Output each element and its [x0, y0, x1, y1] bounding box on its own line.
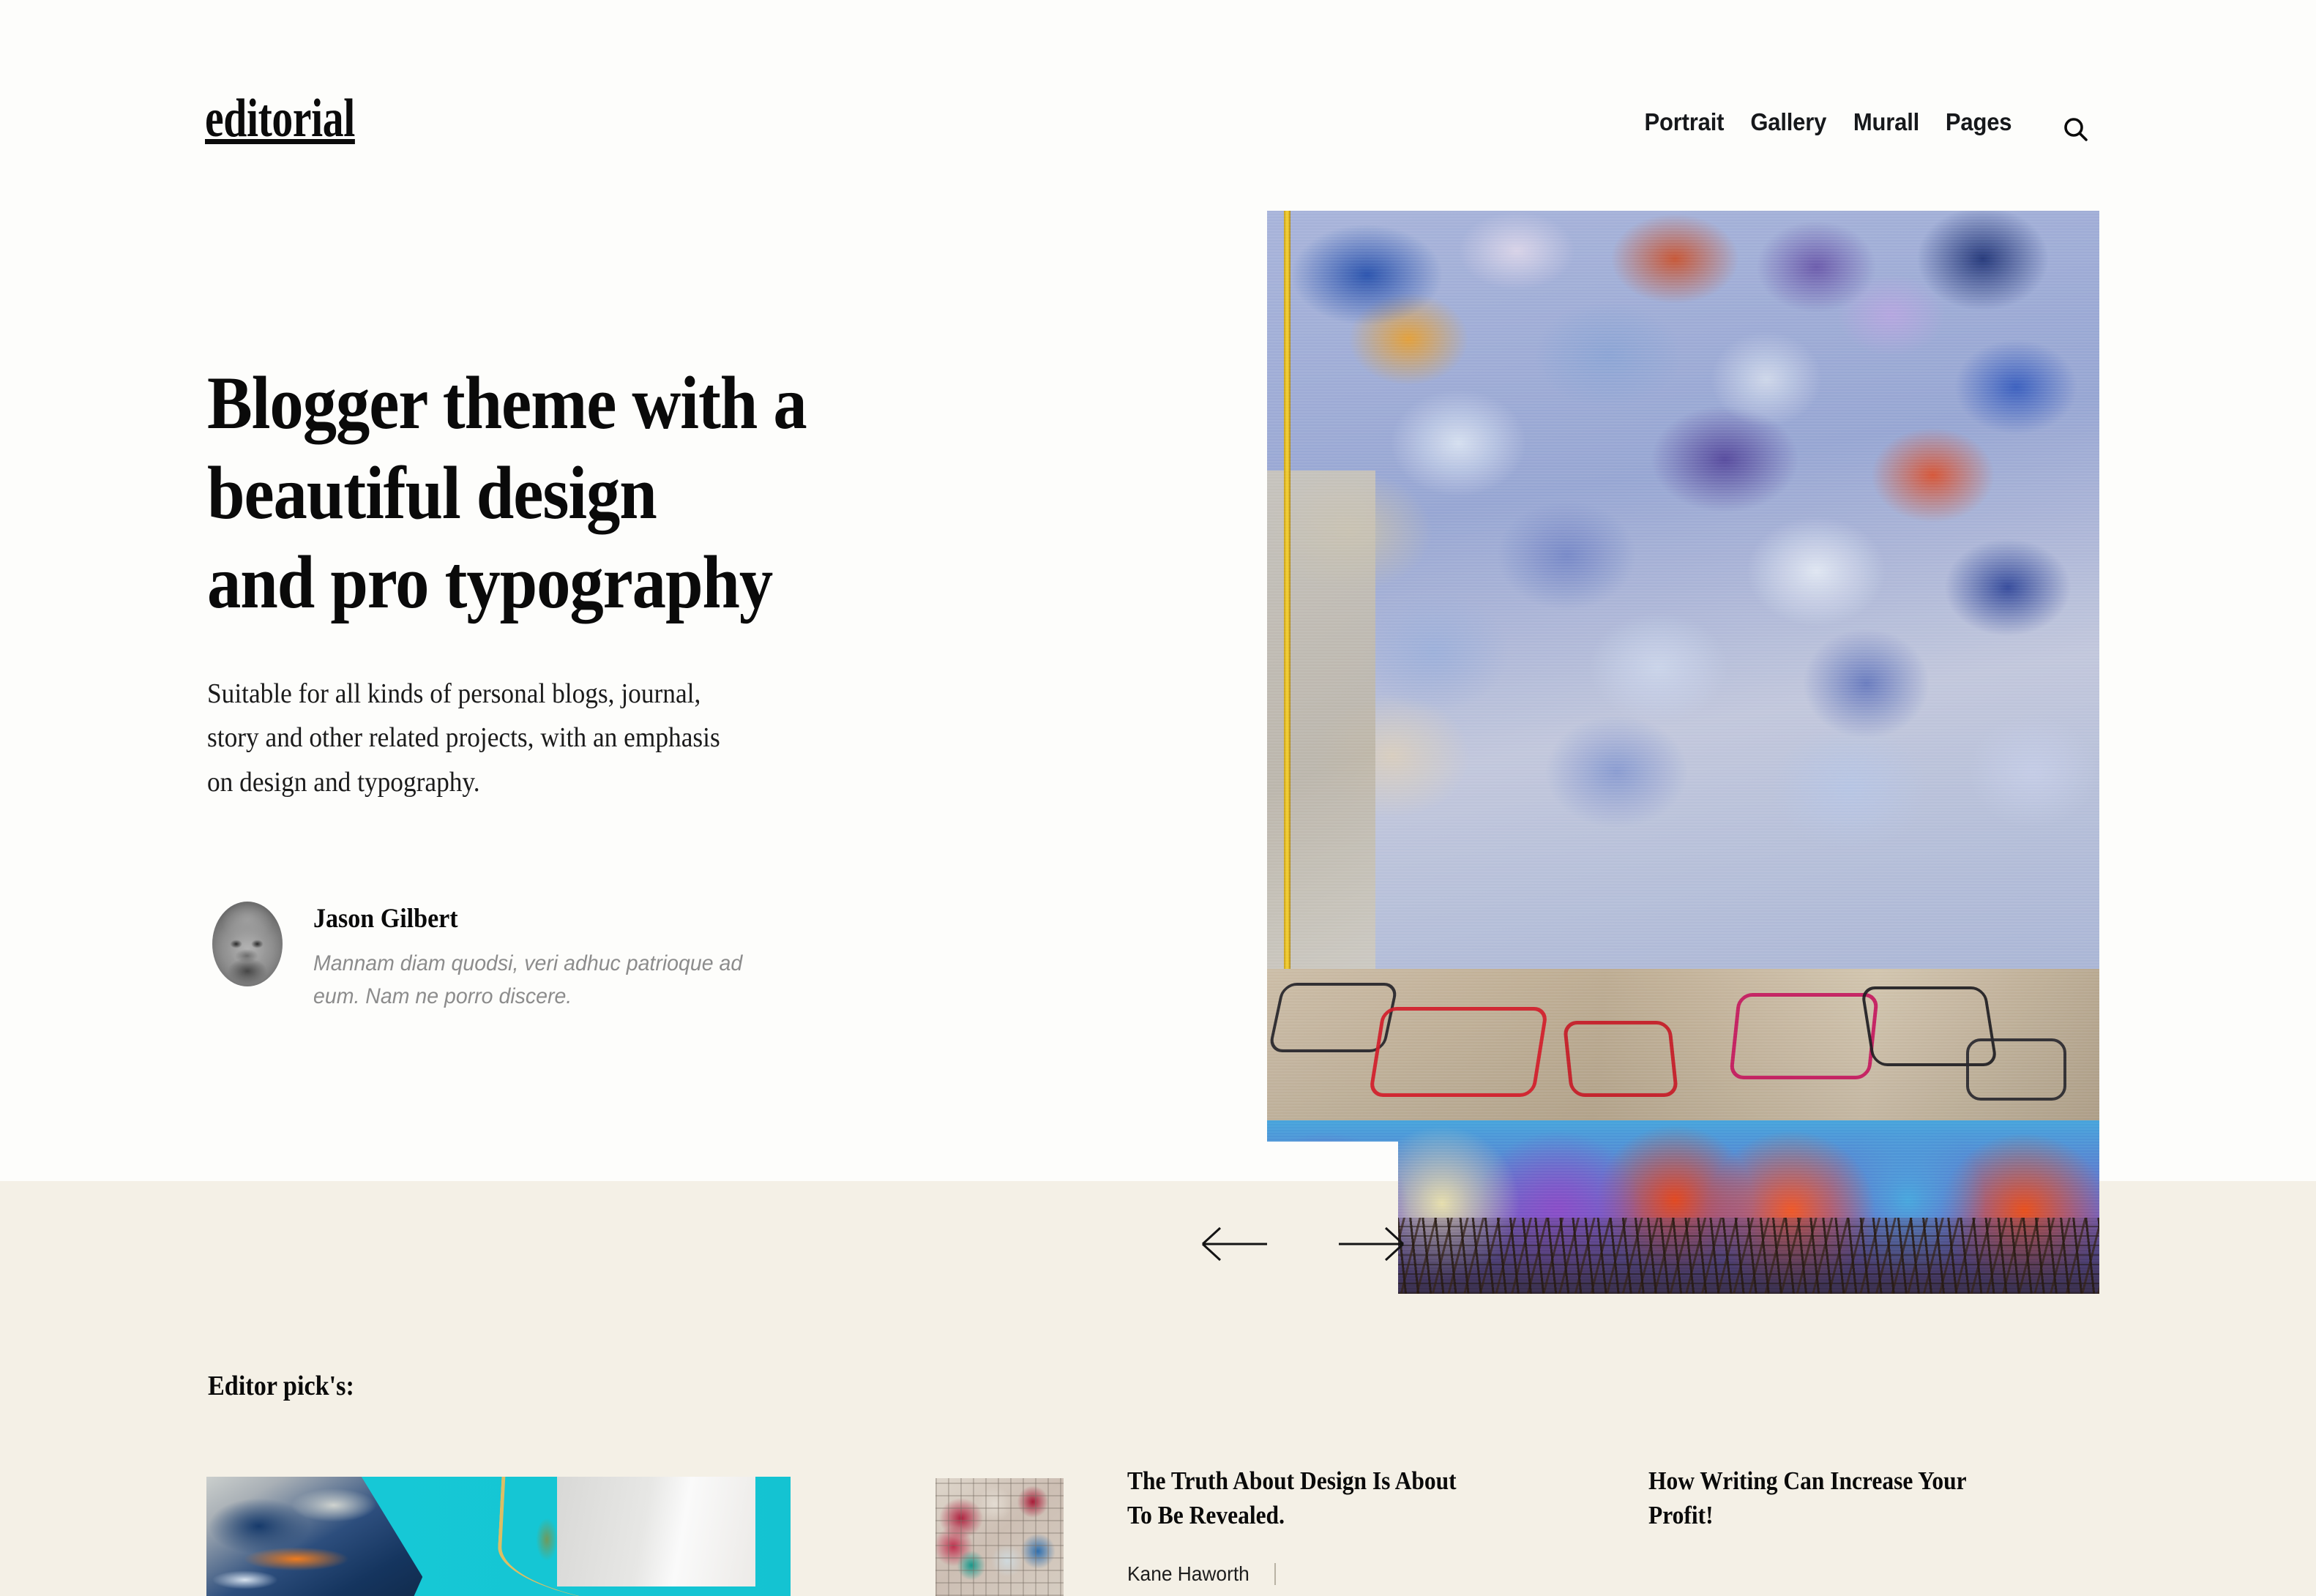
avatar-photo	[212, 902, 283, 986]
hero-subtitle: Suitable for all kinds of personal blogs…	[207, 678, 720, 798]
nav-item-portrait[interactable]: Portrait	[1634, 108, 1734, 136]
nav-item-gallery[interactable]: Gallery	[1740, 108, 1837, 136]
search-glyph	[2064, 118, 2088, 141]
editor-pick-feature-image[interactable]	[206, 1477, 791, 1596]
site-logo[interactable]: editorial	[205, 91, 355, 146]
white-building	[533, 1477, 756, 1586]
arrow-left-glyph	[1201, 1226, 1267, 1262]
author-meta: Jason Gilbert Mannam diam quodsi, veri a…	[313, 902, 765, 1013]
mural-grain-overlay	[1267, 211, 2099, 1294]
avatar	[212, 902, 283, 986]
search-icon[interactable]	[2055, 110, 2096, 151]
pick-author: Kane Haworth	[1127, 1562, 1249, 1585]
pick-meta: Kane Haworth	[1127, 1562, 1508, 1586]
arrow-right-icon[interactable]	[1332, 1222, 1413, 1266]
pick-headline[interactable]: The Truth About Design Is About To Be Re…	[1127, 1464, 1470, 1533]
hero-corner-notch-upper	[1267, 1142, 1398, 1181]
pick-meta-divider	[1274, 1562, 1277, 1585]
mosaic-tile-grid	[935, 1478, 1064, 1596]
mosaic-mural	[935, 1478, 1064, 1596]
hero-author[interactable]: Jason Gilbert Mannam diam quodsi, veri a…	[212, 902, 765, 1013]
site-header: editorial Portrait Gallery Murall Pages	[0, 0, 2316, 168]
arrow-right-glyph	[1339, 1226, 1405, 1262]
editor-pick-thumbnail[interactable]	[935, 1478, 1064, 1596]
main-navigation: Portrait Gallery Murall Pages	[1631, 108, 2025, 136]
hero-mural-image[interactable]	[1267, 211, 2099, 1294]
author-name: Jason Gilbert	[313, 904, 458, 934]
arrow-left-icon[interactable]	[1193, 1222, 1274, 1266]
nav-item-pages[interactable]: Pages	[1935, 108, 2022, 136]
page-root: editorial Portrait Gallery Murall Pages	[0, 0, 2316, 1596]
pick-headline[interactable]: How Writing Can Increase Your Profit!	[1648, 1464, 1991, 1533]
hero-copy: Blogger theme with a beautiful design an…	[207, 359, 1012, 805]
nav-item-murall[interactable]: Murall	[1843, 108, 1930, 136]
carousel-controls	[1193, 1222, 1413, 1266]
turquoise-mural	[206, 1477, 791, 1596]
editor-pick-card[interactable]: The Truth About Design Is About To Be Re…	[1127, 1464, 1508, 1586]
mural-artwork	[1267, 211, 2099, 1294]
author-bio: Mannam diam quodsi, veri adhuc patrioque…	[313, 951, 743, 1009]
page-title: Blogger theme with a beautiful design an…	[207, 361, 807, 625]
editor-pick-card[interactable]: How Writing Can Increase Your Profit!	[1648, 1464, 2029, 1533]
editor-picks-title: Editor pick's:	[208, 1371, 354, 1401]
mural-eagle-figure	[206, 1477, 423, 1596]
